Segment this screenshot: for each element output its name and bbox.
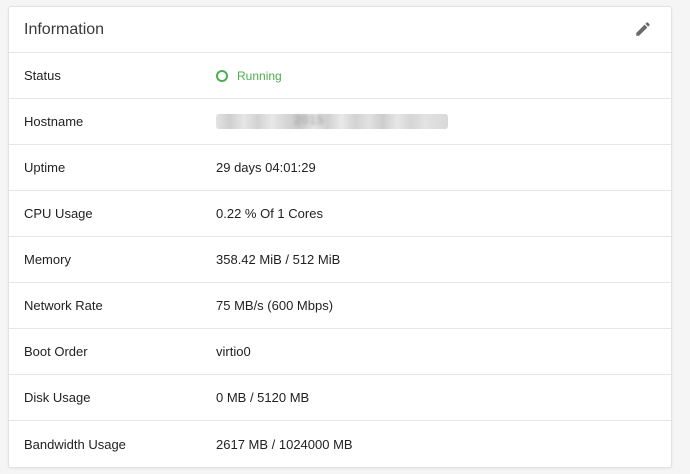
row-network-rate: Network Rate 75 MB/s (600 Mbps) — [9, 283, 671, 329]
row-value: virtio0 — [216, 344, 251, 359]
row-value: 29 days 04:01:29 — [216, 160, 316, 175]
row-status: Status Running — [9, 53, 671, 99]
row-label: CPU Usage — [24, 206, 93, 221]
row-hostname: Hostname 2015 — [9, 99, 671, 145]
row-label: Bandwidth Usage — [24, 436, 126, 452]
hostname-value: 2015 — [294, 113, 325, 127]
redacted-hostname: 2015 — [216, 113, 448, 129]
row-disk-usage: Disk Usage 0 MB / 5120 MB — [9, 375, 671, 421]
card-title: Information — [24, 20, 105, 38]
row-label: Network Rate — [24, 298, 103, 313]
row-cpu-usage: CPU Usage 0.22 % Of 1 Cores — [9, 191, 671, 237]
row-boot-order: Boot Order virtio0 — [9, 329, 671, 375]
card-header: Information — [9, 7, 671, 53]
row-value: 2617 MB / 1024000 MB — [216, 436, 353, 452]
row-label: Disk Usage — [24, 390, 91, 405]
row-label: Memory — [24, 252, 71, 267]
row-value: 2015 — [216, 113, 671, 129]
row-value: Running — [216, 69, 671, 83]
row-label: Status — [24, 68, 61, 83]
row-value: 0 MB / 5120 MB — [216, 390, 310, 405]
pencil-icon — [636, 21, 650, 36]
row-label: Uptime — [24, 160, 66, 175]
row-value: 358.42 MiB / 512 MiB — [216, 252, 341, 267]
row-value: 75 MB/s (600 Mbps) — [216, 298, 334, 313]
status-indicator-icon — [216, 69, 228, 82]
row-value: 0.22 % Of 1 Cores — [216, 206, 323, 221]
row-label: Hostname — [24, 114, 84, 129]
row-uptime: Uptime 29 days 04:01:29 — [9, 145, 671, 191]
information-card: Information Status Running Hostname 2015… — [8, 6, 672, 468]
row-label: Boot Order — [24, 344, 88, 359]
edit-button[interactable] — [631, 17, 655, 41]
status-text: Running — [237, 68, 282, 83]
row-memory: Memory 358.42 MiB / 512 MiB — [9, 237, 671, 283]
row-bandwidth-usage: Bandwidth Usage 2617 MB / 1024000 MB — [9, 421, 671, 467]
